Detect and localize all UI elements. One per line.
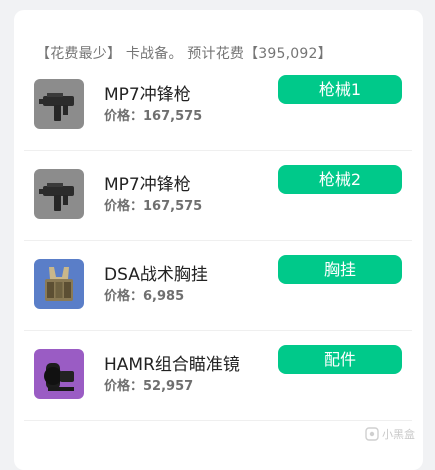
price-value: 167,575 xyxy=(143,109,203,124)
slot-button-gun-2[interactable]: 枪械2 xyxy=(278,165,402,194)
price-label: 价格： xyxy=(104,199,144,214)
chest-rig-icon xyxy=(34,259,84,309)
item-name: HAMR组合瞄准镜 xyxy=(104,355,240,375)
list-item: MP7冲锋枪 价格：167,575 枪械2 xyxy=(24,150,412,241)
heybox-logo-icon xyxy=(365,426,379,444)
list-item: MP7冲锋枪 价格：167,575 枪械1 xyxy=(24,60,412,151)
price-label: 价格： xyxy=(104,109,144,124)
smg-icon xyxy=(34,79,84,129)
smg-icon xyxy=(34,169,84,219)
watermark: 小黑盒 xyxy=(365,426,415,444)
item-name: MP7冲锋枪 xyxy=(104,85,191,105)
price-value: 167,575 xyxy=(143,199,203,214)
slot-button-chest-rig[interactable]: 胸挂 xyxy=(278,255,402,284)
item-price: 价格：167,575 xyxy=(104,105,202,124)
item-price: 价格：6,985 xyxy=(104,285,184,304)
price-label: 价格： xyxy=(104,379,144,394)
slot-button-gun-1[interactable]: 枪械1 xyxy=(278,75,402,104)
scope-icon xyxy=(34,349,84,399)
item-name: MP7冲锋枪 xyxy=(104,175,191,195)
price-value: 6,985 xyxy=(143,289,185,304)
item-name: DSA战术胸挂 xyxy=(104,265,208,285)
watermark-text: 小黑盒 xyxy=(382,428,415,441)
item-price: 价格：167,575 xyxy=(104,195,202,214)
price-value: 52,957 xyxy=(143,379,194,394)
slot-button-attachment[interactable]: 配件 xyxy=(278,345,402,374)
list-item: HAMR组合瞄准镜 价格：52,957 配件 xyxy=(24,330,412,421)
item-price: 价格：52,957 xyxy=(104,375,193,394)
price-label: 价格： xyxy=(104,289,144,304)
list-item: DSA战术胸挂 价格：6,985 胸挂 xyxy=(24,240,412,331)
